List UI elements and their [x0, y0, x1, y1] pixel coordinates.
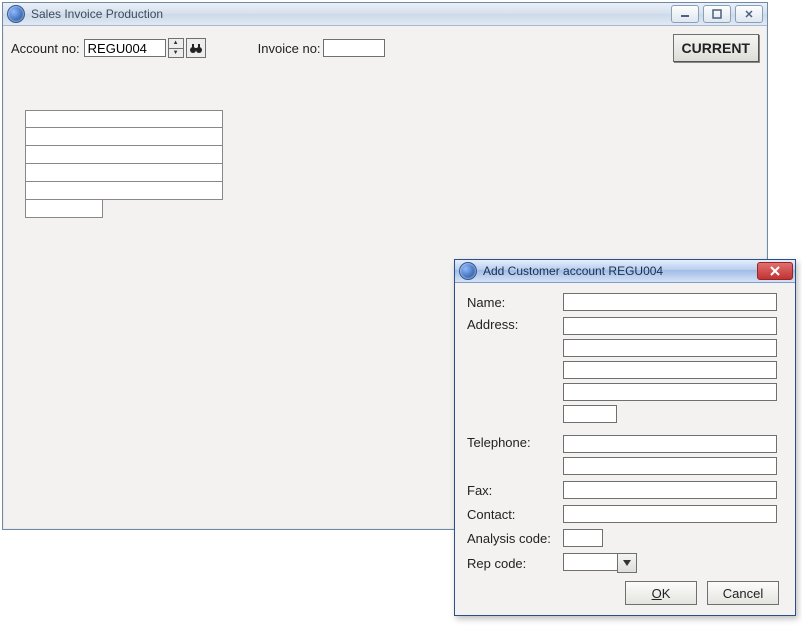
telephone-inputs — [563, 435, 777, 475]
close-icon — [769, 266, 781, 276]
rep-code-input[interactable] — [563, 553, 617, 571]
current-button[interactable]: CURRENT — [673, 34, 759, 62]
main-titlebar: Sales Invoice Production — [3, 3, 767, 26]
cancel-button[interactable]: Cancel — [707, 581, 779, 605]
current-button-label: CURRENT — [682, 40, 750, 56]
address-input-2[interactable] — [563, 339, 777, 357]
close-icon — [744, 9, 754, 19]
minimize-button[interactable] — [671, 5, 699, 23]
maximize-button[interactable] — [703, 5, 731, 23]
row-contact: Contact: — [467, 505, 783, 523]
label-address: Address: — [467, 317, 563, 332]
dialog-buttons: OK Cancel — [467, 581, 783, 605]
main-window-title: Sales Invoice Production — [31, 7, 665, 21]
account-no-input[interactable] — [84, 39, 166, 57]
row-address: Address: — [467, 317, 783, 423]
addr-line[interactable] — [25, 164, 223, 182]
spinner-down-icon: ▼ — [169, 48, 183, 58]
addr-line[interactable] — [25, 110, 223, 128]
telephone-input-2[interactable] — [563, 457, 777, 475]
telephone-input-1[interactable] — [563, 435, 777, 453]
close-button[interactable] — [735, 5, 763, 23]
dialog-client-area: Name: Address: Telephone: — [455, 283, 795, 615]
label-rep-code: Rep code: — [467, 556, 563, 571]
addr-line[interactable] — [25, 146, 223, 164]
name-input[interactable] — [563, 293, 777, 311]
dialog-title: Add Customer account REGU004 — [483, 264, 751, 278]
invoice-no-label: Invoice no: — [258, 41, 321, 56]
app-icon — [459, 262, 477, 280]
label-contact: Contact: — [467, 507, 563, 522]
window-controls — [671, 5, 763, 23]
dialog-close-button[interactable] — [757, 262, 793, 280]
contact-input[interactable] — [563, 505, 777, 523]
row-name: Name: — [467, 293, 783, 311]
cancel-button-label: Cancel — [723, 586, 763, 601]
address-input-4[interactable] — [563, 383, 777, 401]
binoculars-icon — [189, 42, 203, 54]
addr-line[interactable] — [25, 182, 223, 200]
address-input-3[interactable] — [563, 361, 777, 379]
ok-button-label: OK — [652, 586, 671, 601]
addr-line-short[interactable] — [25, 200, 103, 218]
row-analysis-code: Analysis code: — [467, 529, 783, 547]
ok-button[interactable]: OK — [625, 581, 697, 605]
row-fax: Fax: — [467, 481, 783, 499]
minimize-icon — [680, 9, 690, 19]
label-fax: Fax: — [467, 483, 563, 498]
label-analysis-code: Analysis code: — [467, 531, 563, 546]
main-client-area: Account no: ▲ ▼ Invoice no: — [3, 26, 767, 226]
account-no-label: Account no: — [11, 41, 80, 56]
invoice-no-input[interactable] — [323, 39, 385, 57]
rep-code-combo[interactable] — [563, 553, 637, 573]
top-row: Account no: ▲ ▼ Invoice no: — [11, 34, 759, 62]
row-rep-code: Rep code: — [467, 553, 783, 573]
row-telephone: Telephone: — [467, 435, 783, 475]
label-telephone: Telephone: — [467, 435, 563, 450]
account-spinner[interactable]: ▲ ▼ — [168, 38, 184, 58]
add-customer-dialog: Add Customer account REGU004 Name: Addre… — [454, 259, 796, 616]
maximize-icon — [712, 9, 722, 19]
addr-line[interactable] — [25, 128, 223, 146]
address-input-1[interactable] — [563, 317, 777, 335]
rep-code-dropdown-button[interactable] — [617, 553, 637, 573]
label-name: Name: — [467, 295, 563, 310]
invoice-block: Invoice no: — [258, 39, 385, 57]
fax-input[interactable] — [563, 481, 777, 499]
dialog-titlebar: Add Customer account REGU004 — [455, 260, 795, 283]
lookup-button[interactable] — [186, 38, 206, 58]
spinner-up-icon: ▲ — [169, 39, 183, 48]
analysis-code-input[interactable] — [563, 529, 603, 547]
address-inputs — [563, 317, 777, 423]
chevron-down-icon — [623, 560, 631, 566]
main-address-block — [25, 110, 759, 218]
app-icon — [7, 5, 25, 23]
address-input-5[interactable] — [563, 405, 617, 423]
